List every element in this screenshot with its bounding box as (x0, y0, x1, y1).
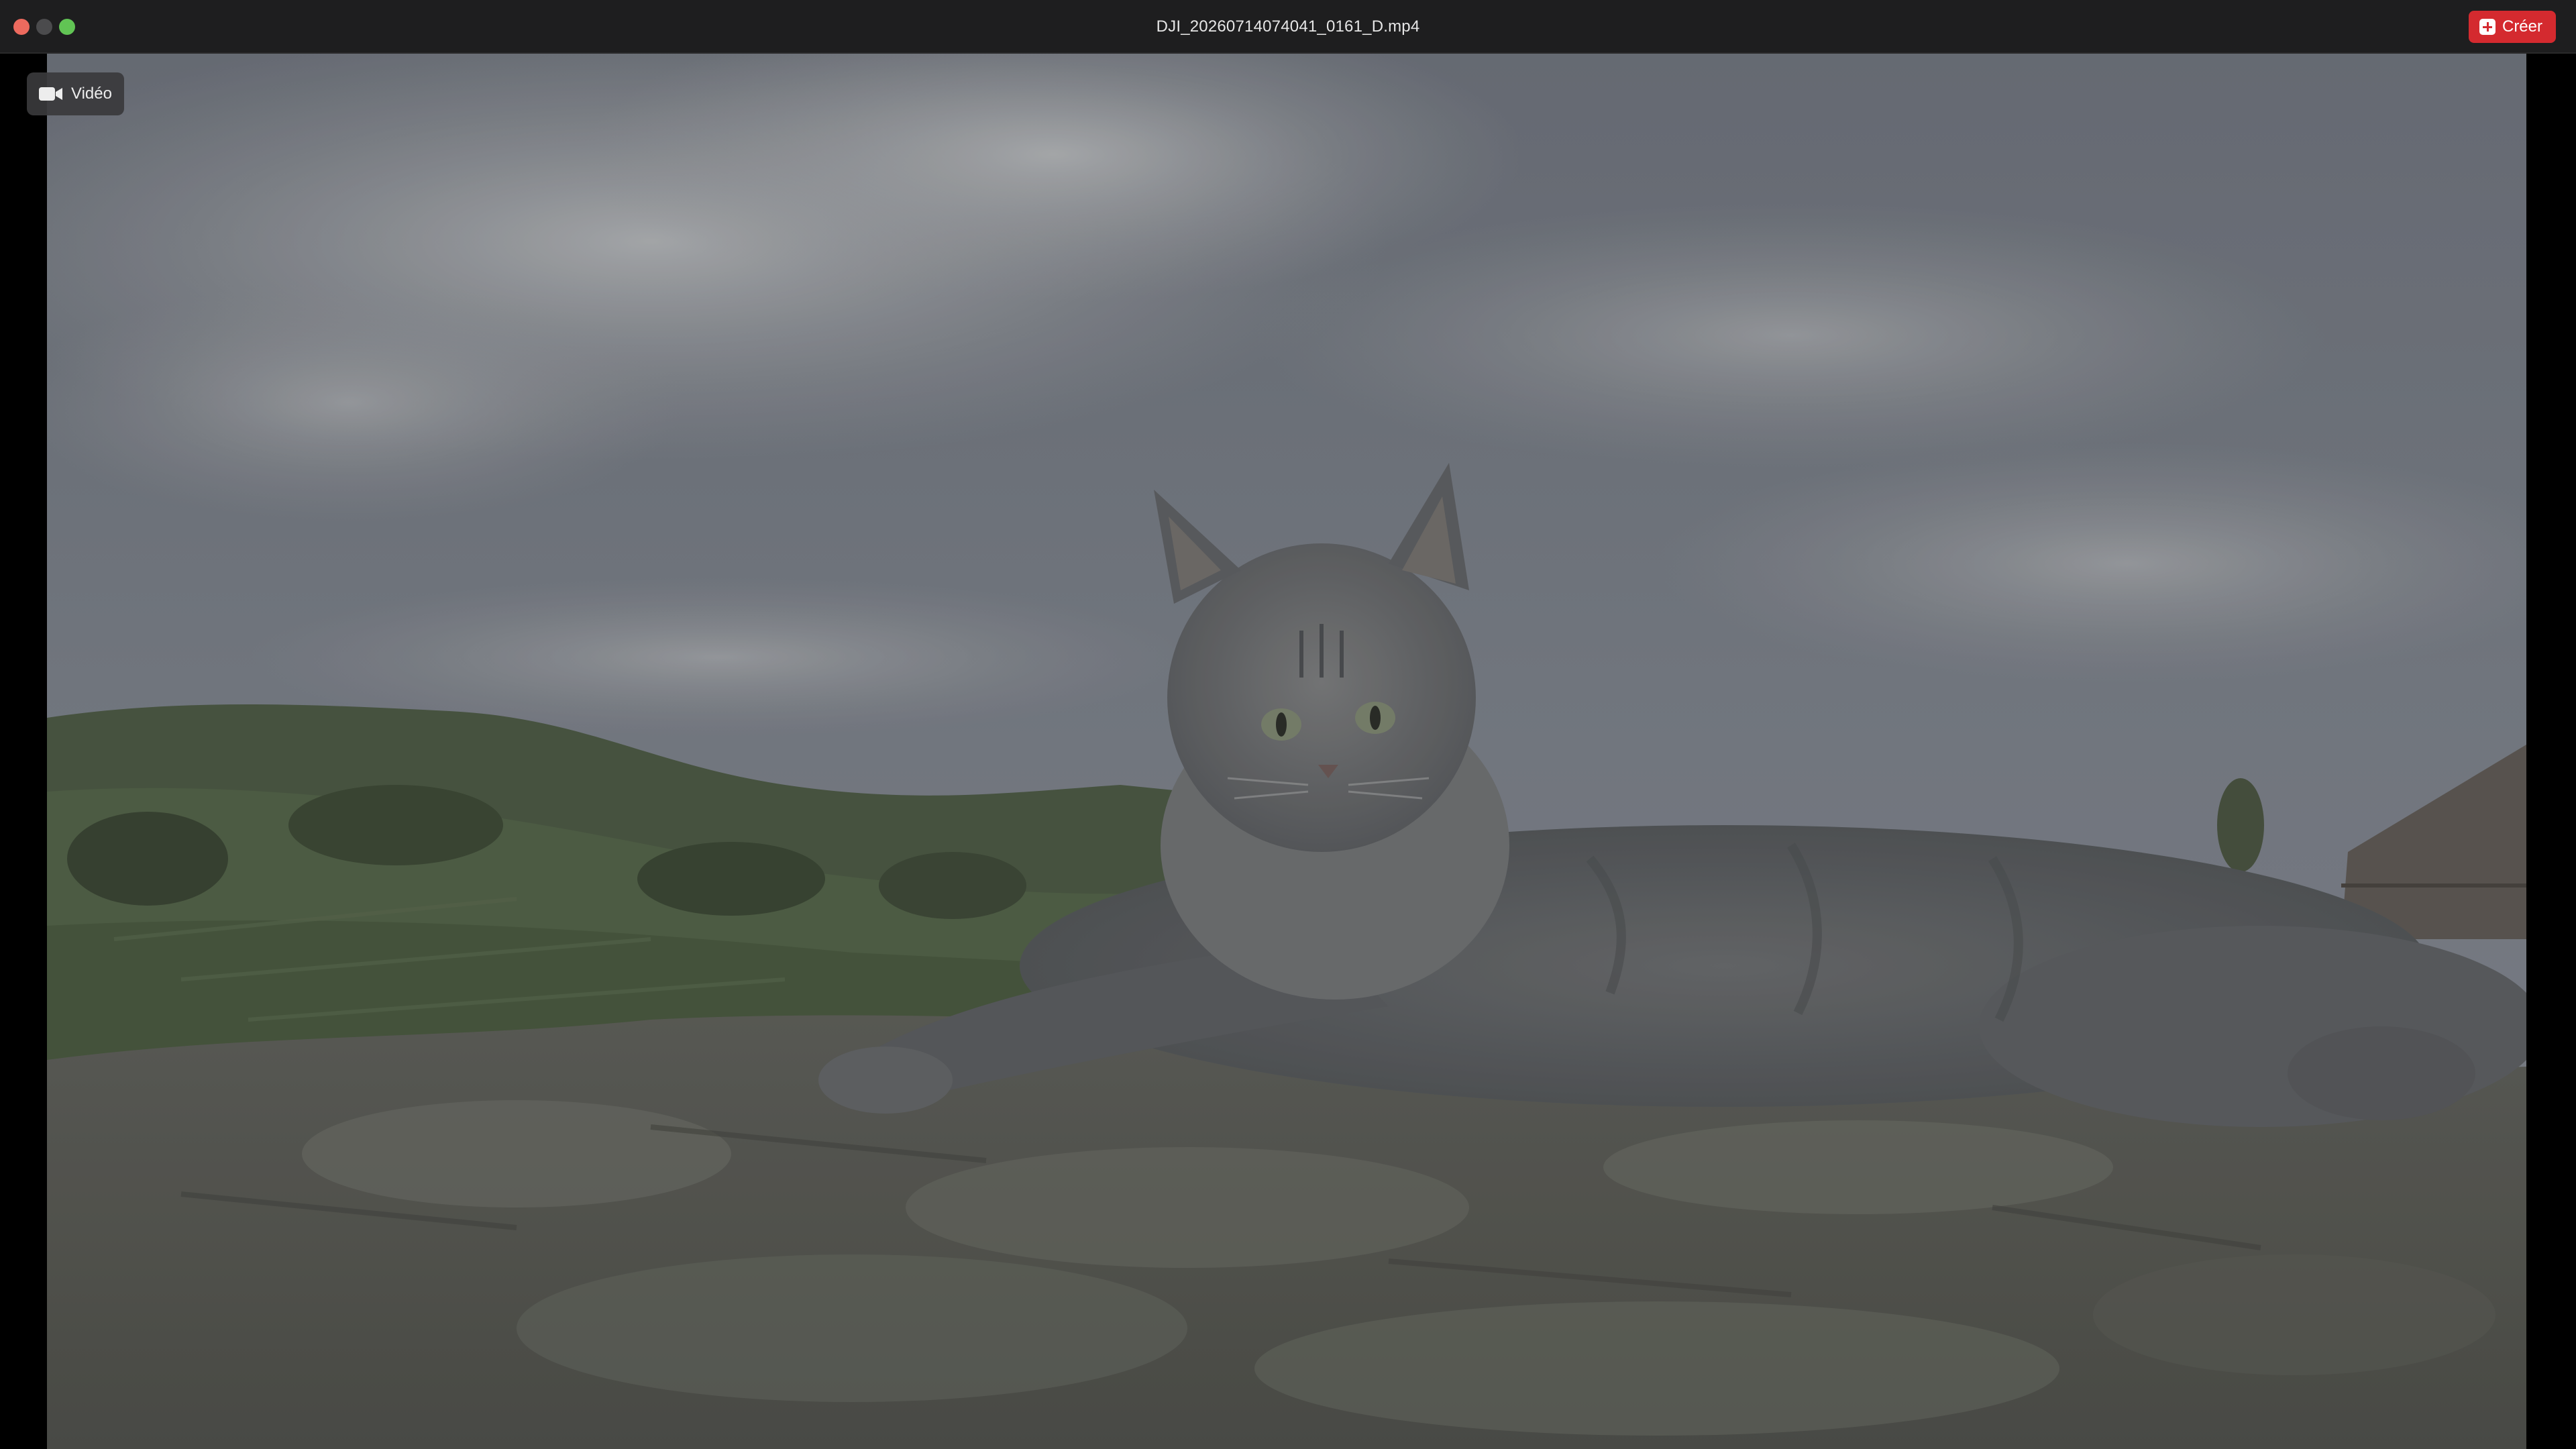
media-type-label: Vidéo (71, 85, 112, 103)
create-button[interactable]: Créer (2468, 11, 2556, 43)
title-bar[interactable]: DJI_20260714074041_0161_D.mp4 Créer (0, 0, 2576, 54)
create-button-label: Créer (2502, 17, 2542, 36)
video-camera-icon (39, 86, 63, 102)
plus-square-icon (2479, 19, 2496, 35)
media-type-badge: Vidéo (27, 72, 124, 115)
window-title: DJI_20260714074041_0161_D.mp4 (1156, 17, 1420, 36)
video-frame[interactable] (47, 54, 2526, 1449)
preview-window: DJI_20260714074041_0161_D.mp4 Créer Vidé… (0, 0, 2576, 1449)
video-still-image (47, 54, 2526, 1449)
